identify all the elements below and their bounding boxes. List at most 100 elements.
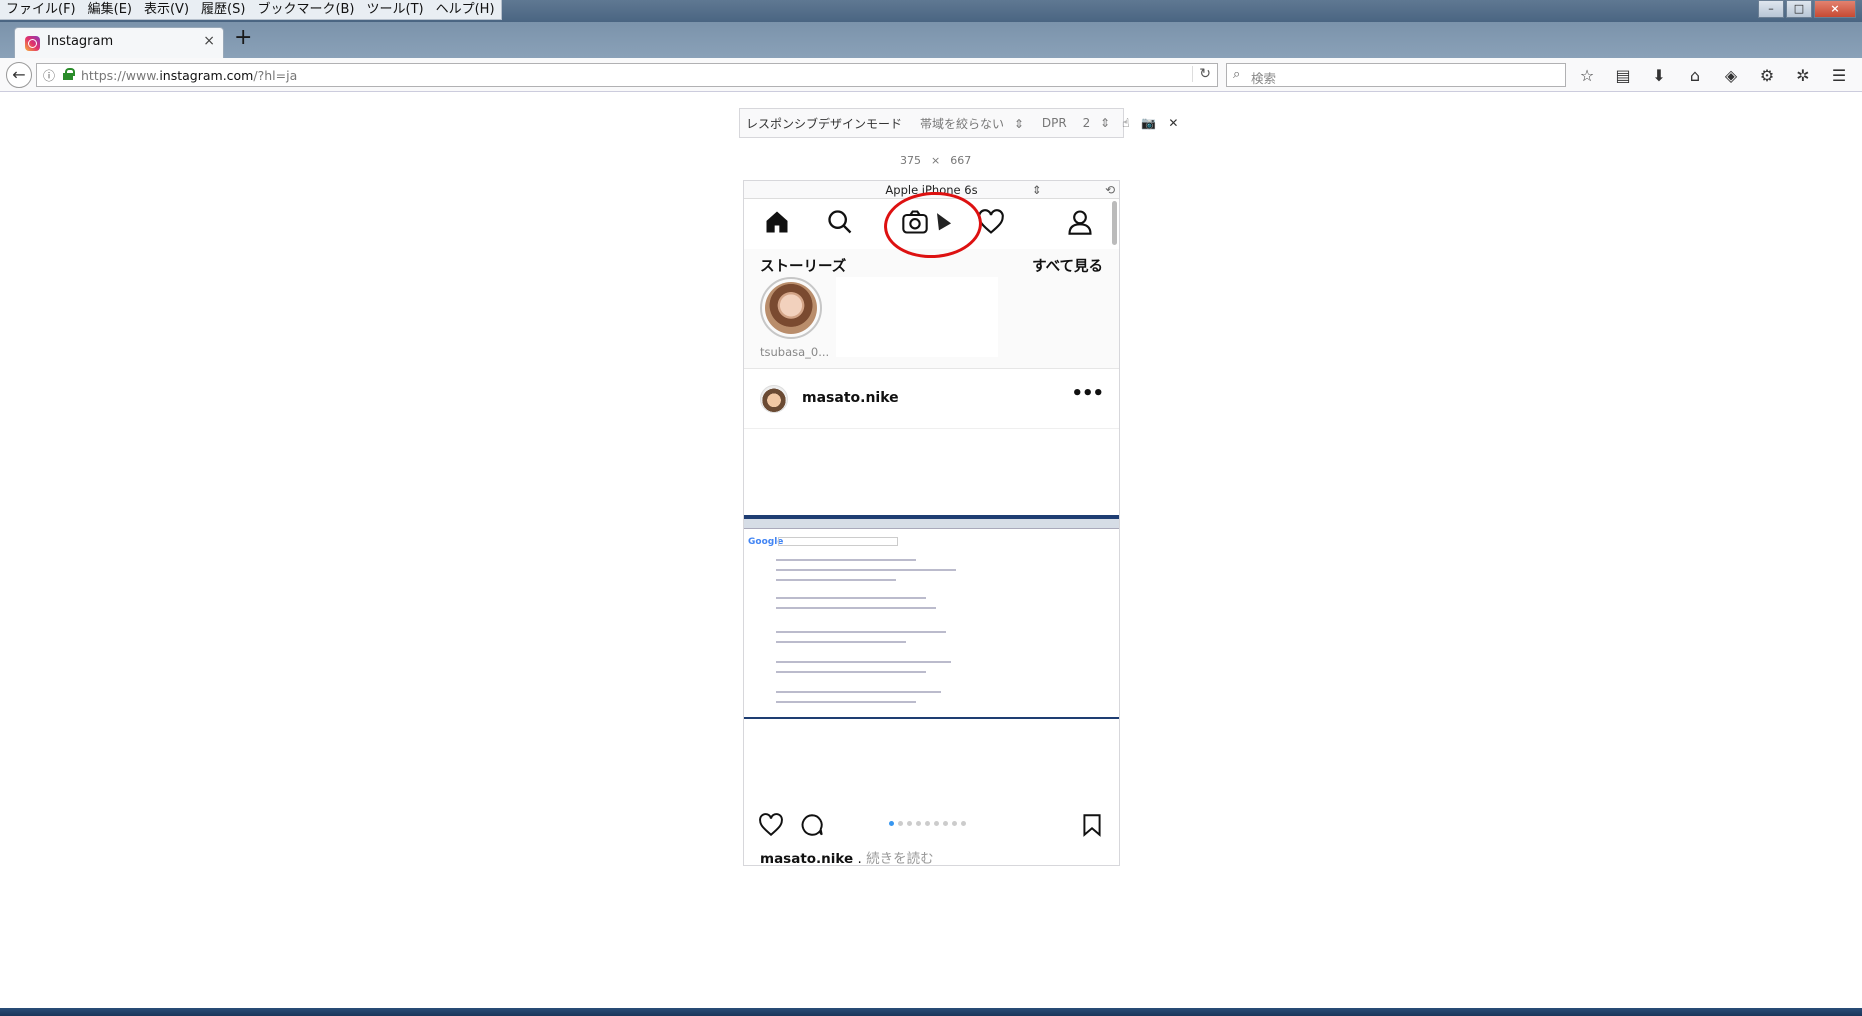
devtools-icon[interactable]: ✲: [1792, 66, 1814, 86]
toolbar-icons: ☆ ▤ ⬇ ⌂ ◈ ⚙ ✲ ☰: [1576, 66, 1850, 86]
home-icon[interactable]: [763, 208, 791, 236]
carousel-dot: [898, 821, 903, 826]
text-line: [776, 631, 946, 633]
carousel-dot: [916, 821, 921, 826]
download-icon[interactable]: ⬇: [1648, 66, 1670, 86]
text-line: [776, 579, 896, 581]
close-rdm-icon[interactable]: ✕: [1162, 116, 1184, 130]
story-photo: [765, 282, 817, 334]
viewport-width[interactable]: 375: [900, 154, 921, 167]
carousel-dot: [952, 821, 957, 826]
screenshot-toolbar: [744, 519, 1119, 529]
avatar[interactable]: [760, 385, 788, 413]
search-bar[interactable]: ⌕ 検索: [1226, 63, 1566, 87]
viewport-size: 375 × 667: [900, 154, 971, 167]
text-line: [776, 701, 916, 703]
navigation-bar: ← ⓘ https://www.instagram.com/?hl=ja ↻ ⌕…: [0, 58, 1862, 92]
story-avatar[interactable]: [760, 277, 822, 339]
pocket-icon[interactable]: ◈: [1720, 66, 1742, 86]
search-icon[interactable]: [826, 208, 854, 236]
text-line: [776, 607, 936, 609]
search-icon: ⌕: [1233, 67, 1241, 82]
viewport-height[interactable]: 667: [950, 154, 971, 167]
back-button[interactable]: ←: [6, 62, 32, 88]
info-icon[interactable]: ⓘ: [43, 67, 55, 84]
post-actions: [744, 804, 1119, 844]
post-photo[interactable]: Google: [744, 429, 1119, 804]
carousel-dot: [907, 821, 912, 826]
scrollbar[interactable]: [1112, 201, 1117, 245]
window-titlebar: ファイル(F) 編集(E) 表示(V) 履歴(S) ブックマーク(B) ツール(…: [0, 0, 1862, 22]
text-line: [776, 597, 926, 599]
caption-username[interactable]: masato.nike: [760, 851, 853, 865]
maximize-button[interactable]: □: [1786, 0, 1812, 18]
window-controls: – □ ×: [1758, 0, 1856, 18]
reload-icon[interactable]: ↻: [1192, 66, 1211, 82]
story-username[interactable]: tsubasa_0...: [760, 345, 829, 359]
rotate-icon[interactable]: ⟲: [1105, 181, 1115, 199]
device-select-arrow-icon: ⇕: [1032, 183, 1042, 197]
throttle-select[interactable]: 帯域を絞らない ⇕: [908, 115, 1030, 132]
tab-instagram[interactable]: Instagram ×: [14, 27, 224, 58]
post-header: masato.nike •••: [744, 369, 1119, 429]
stories-section: ストーリーズ すべて見る tsubasa_0...: [744, 249, 1119, 369]
device-viewport: Apple iPhone 6s ⇕ ⟲ ストーリーズ すべて見る tsubasa…: [743, 180, 1120, 866]
bookmark-icon[interactable]: [1079, 812, 1105, 838]
menu-help[interactable]: ヘルプ(H): [430, 0, 501, 19]
menu-edit[interactable]: 編集(E): [82, 0, 138, 19]
minimize-button[interactable]: –: [1758, 0, 1784, 18]
instagram-favicon-icon: [25, 36, 40, 51]
address-bar[interactable]: ⓘ https://www.instagram.com/?hl=ja ↻: [36, 63, 1218, 87]
new-tab-button[interactable]: +: [234, 27, 252, 49]
menu-history[interactable]: 履歴(S): [195, 0, 251, 19]
tab-title: Instagram: [47, 34, 114, 49]
post-caption: masato.nike . 続きを読む: [760, 847, 934, 866]
post-username[interactable]: masato.nike: [802, 390, 899, 406]
text-line: [776, 641, 906, 643]
text-line: [776, 671, 926, 673]
caption-separator: .: [853, 851, 867, 866]
url-text[interactable]: https://www.instagram.com/?hl=ja: [81, 68, 297, 83]
screenshot-icon[interactable]: 📷: [1135, 116, 1162, 130]
carousel-dot: [889, 821, 894, 826]
reading-list-icon[interactable]: ▤: [1612, 66, 1634, 86]
profile-icon[interactable]: [1066, 208, 1094, 236]
carousel-indicator: [889, 821, 966, 826]
story-placeholder: [836, 277, 998, 357]
text-line: [776, 691, 941, 693]
screenshot-searchbox: [778, 537, 898, 546]
see-all-link[interactable]: すべて見る: [1032, 255, 1103, 276]
carousel-dot: [934, 821, 939, 826]
menu-view[interactable]: 表示(V): [138, 0, 195, 19]
menu-bar: ファイル(F) 編集(E) 表示(V) 履歴(S) ブックマーク(B) ツール(…: [0, 0, 502, 20]
touch-simulation-icon[interactable]: ☝: [1116, 116, 1135, 130]
responsive-design-toolbar: レスポンシブデザインモード 帯域を絞らない ⇕ DPR 2 ⇕ ☝ 📷 ✕: [739, 108, 1178, 138]
tab-close-icon[interactable]: ×: [203, 33, 215, 49]
menu-file[interactable]: ファイル(F): [0, 0, 82, 19]
extension-icon[interactable]: ⚙: [1756, 66, 1778, 86]
screenshot-image: Google: [744, 515, 1119, 719]
hamburger-menu-icon[interactable]: ☰: [1828, 66, 1850, 86]
lock-icon: [63, 68, 75, 80]
dpr-select[interactable]: DPR 2 ⇕: [1030, 116, 1116, 130]
stories-title: ストーリーズ: [760, 259, 847, 275]
text-line: [776, 661, 951, 663]
menu-tools[interactable]: ツール(T): [361, 0, 430, 19]
search-placeholder: 検索: [1251, 71, 1277, 86]
carousel-dot: [961, 821, 966, 826]
bookmark-star-icon[interactable]: ☆: [1576, 66, 1598, 86]
viewport-times: ×: [931, 154, 941, 167]
tab-strip: Instagram ×: [0, 22, 1862, 58]
menu-bookmarks[interactable]: ブックマーク(B): [251, 0, 360, 19]
read-more-link[interactable]: 続きを読む: [866, 851, 934, 865]
text-line: [776, 559, 916, 561]
rdm-mode-label: レスポンシブデザインモード: [746, 116, 903, 131]
close-window-button[interactable]: ×: [1814, 0, 1856, 18]
home-icon[interactable]: ⌂: [1684, 66, 1706, 86]
like-heart-icon[interactable]: [758, 812, 784, 838]
carousel-dot: [943, 821, 948, 826]
more-options-button[interactable]: •••: [1071, 383, 1104, 404]
text-line: [776, 569, 956, 571]
comment-icon[interactable]: [799, 812, 825, 838]
windows-taskbar: [0, 1008, 1862, 1016]
